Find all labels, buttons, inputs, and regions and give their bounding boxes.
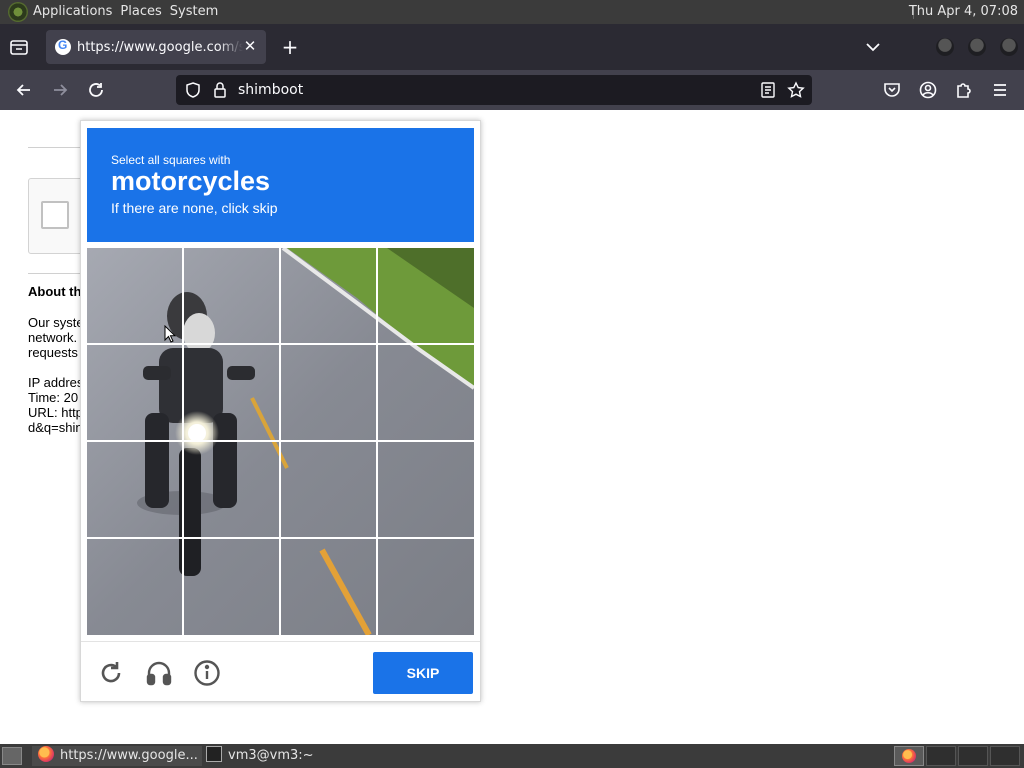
captcha-target: motorcycles: [111, 166, 271, 196]
info-line: Our syste: [28, 315, 84, 330]
grid-tile[interactable]: [281, 539, 376, 634]
grid-tile[interactable]: [184, 345, 279, 440]
grid-tile[interactable]: [184, 442, 279, 537]
grid-tile[interactable]: [87, 442, 182, 537]
grid-tile[interactable]: [281, 248, 376, 343]
firefox-icon: [38, 746, 54, 762]
back-arrow-icon[interactable]: [14, 80, 34, 100]
extensions-icon[interactable]: [954, 80, 974, 100]
close-window-button[interactable]: [1000, 38, 1018, 56]
grid-divider: [87, 343, 474, 345]
skip-button[interactable]: SKIP: [373, 652, 473, 694]
new-tab-icon[interactable]: +: [280, 37, 300, 57]
info-icon[interactable]: [193, 659, 221, 687]
time-line: Time: 20: [28, 390, 79, 405]
grid-tile[interactable]: [184, 248, 279, 343]
url-line: URL: http: [28, 405, 83, 420]
captcha-instruction: Select all squares with: [111, 153, 231, 167]
menu-applications[interactable]: Applications: [33, 0, 120, 24]
show-desktop-button[interactable]: [2, 747, 22, 765]
google-favicon-icon: [55, 38, 71, 55]
captcha-challenge: Select all squares with motorcycles If t…: [80, 120, 481, 702]
divider: [28, 273, 88, 274]
forward-arrow-icon[interactable]: [50, 80, 70, 100]
maximize-window-button[interactable]: [968, 38, 986, 56]
workspace-3[interactable]: [958, 746, 988, 766]
divider: [28, 147, 88, 148]
task-label: vm3@vm3:~: [228, 748, 314, 763]
workspace-switcher-active[interactable]: [894, 746, 924, 766]
reload-challenge-icon[interactable]: [97, 659, 125, 687]
ip-address-line: IP addres: [28, 375, 84, 390]
lock-icon[interactable]: [211, 81, 229, 99]
reader-view-icon[interactable]: [759, 81, 777, 99]
info-line: network.: [28, 330, 78, 345]
url-text[interactable]: shimboot: [238, 75, 303, 105]
grid-divider: [87, 537, 474, 539]
info-line: requests: [28, 345, 78, 360]
hamburger-menu-icon[interactable]: [990, 80, 1010, 100]
grid-tile[interactable]: [281, 442, 376, 537]
minimize-window-button[interactable]: [936, 38, 954, 56]
recaptcha-checkbox[interactable]: [41, 201, 69, 229]
captcha-hint: If there are none, click skip: [111, 200, 278, 216]
menu-places[interactable]: Places: [120, 0, 169, 24]
top-panel: Applications Places System Thu Apr 4, 07…: [0, 0, 1024, 24]
close-tab-icon[interactable]: ✕: [242, 38, 258, 54]
grid-tile[interactable]: [281, 345, 376, 440]
chevron-down-icon[interactable]: [864, 38, 882, 56]
grid-tile[interactable]: [184, 539, 279, 634]
captcha-header: Select all squares with motorcycles If t…: [87, 128, 474, 242]
grid-tile[interactable]: [378, 539, 473, 634]
grid-tile[interactable]: [378, 248, 473, 343]
terminal-icon: [206, 746, 222, 762]
account-icon[interactable]: [918, 80, 938, 100]
task-label: https://www.google...: [60, 748, 198, 763]
clock[interactable]: Thu Apr 4, 07:08: [909, 0, 1018, 24]
pocket-icon[interactable]: [882, 80, 902, 100]
tab-google-sorry[interactable]: https://www.google.com/sorry/index ✕: [46, 30, 266, 64]
bottom-taskbar: https://www.google... vm3@vm3:~: [0, 744, 1024, 768]
reload-icon[interactable]: [86, 80, 106, 100]
grid-tile[interactable]: [87, 345, 182, 440]
task-terminal[interactable]: vm3@vm3:~: [206, 746, 314, 766]
shield-icon[interactable]: [184, 81, 202, 99]
task-firefox[interactable]: https://www.google...: [32, 746, 202, 766]
workspace-2[interactable]: [926, 746, 956, 766]
tab-title: https://www.google.com/sorry/index: [77, 39, 243, 55]
firefox-view-icon[interactable]: [8, 36, 30, 58]
captcha-image-grid: [87, 248, 474, 635]
tab-bar: https://www.google.com/sorry/index ✕ +: [0, 24, 1024, 70]
url-line-continued: d&q=shin: [28, 420, 83, 435]
firefox-icon: [902, 749, 916, 763]
about-heading: About th: [28, 284, 82, 299]
distro-logo-icon[interactable]: [8, 2, 28, 22]
grid-tile[interactable]: [87, 539, 182, 634]
bookmark-star-icon[interactable]: [787, 81, 805, 99]
grid-tile[interactable]: [378, 345, 473, 440]
grid-tile[interactable]: [378, 442, 473, 537]
menu-system[interactable]: System: [170, 0, 226, 24]
grid-divider: [87, 440, 474, 442]
navigation-toolbar: shimboot: [0, 70, 1024, 110]
headphones-icon[interactable]: [145, 659, 173, 687]
mouse-cursor-icon: [164, 324, 177, 343]
captcha-footer: SKIP: [81, 641, 480, 701]
url-bar[interactable]: shimboot: [176, 75, 812, 105]
workspace-4[interactable]: [990, 746, 1020, 766]
